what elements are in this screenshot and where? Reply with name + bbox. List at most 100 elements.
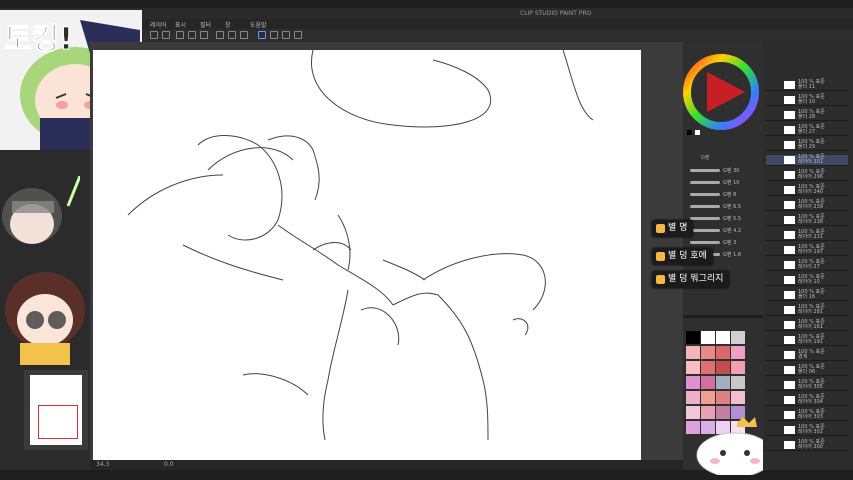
layer-name: 레이어 240: [798, 189, 823, 195]
brush-item[interactable]: G펜 8: [686, 190, 760, 200]
layer-name: 레이어 301: [798, 159, 823, 165]
layer-thumbnail: [784, 396, 795, 404]
layer-name: 폴더 06: [798, 369, 816, 375]
layer-name: 레이어 197: [798, 249, 823, 255]
palette-swatch[interactable]: [701, 361, 715, 374]
palette-swatch[interactable]: [716, 391, 730, 404]
layer-row[interactable]: 100 % 표준 레이어 197: [766, 245, 848, 256]
layer-thumbnail: [784, 366, 795, 374]
menu-filter[interactable]: 필터: [200, 20, 211, 29]
palette-swatch[interactable]: [731, 376, 745, 389]
layer-row[interactable]: 100 % 표준 폴더 16: [766, 290, 848, 301]
zoom-value[interactable]: 34.3: [96, 461, 109, 468]
brush-item[interactable]: G펜 3: [686, 238, 760, 248]
brush-item[interactable]: G펜 6.5: [686, 202, 760, 212]
layer-row[interactable]: 100 % 표준 레이어 281: [766, 305, 848, 316]
status-bar: 34.3 0.0: [90, 460, 683, 470]
layer-thumbnail: [784, 306, 795, 314]
layer-name: 레이어 296: [798, 174, 823, 180]
layer-row[interactable]: 100 % 표준 레이어 296: [766, 170, 848, 181]
layer-thumbnail: [784, 336, 795, 344]
chat-alert: 별 명: [652, 220, 694, 237]
drawing-canvas[interactable]: [93, 49, 641, 460]
chat-alert: 별 덩 뭐그리지: [652, 271, 730, 288]
ruler-icon[interactable]: [270, 31, 278, 39]
navigator-thumbnail[interactable]: [30, 375, 82, 445]
brush-item[interactable]: G펜 30: [686, 166, 760, 176]
palette-swatch[interactable]: [716, 376, 730, 389]
clear-icon[interactable]: [176, 31, 184, 39]
layer-thumbnail: [784, 441, 795, 449]
redo-icon[interactable]: [162, 31, 170, 39]
palette-swatch[interactable]: [686, 346, 700, 359]
layer-name: 경계: [798, 354, 808, 360]
layer-row[interactable]: 100 % 표준 레이어 302: [766, 425, 848, 436]
layer-row[interactable]: 100 % 표준 레이어 240: [766, 185, 848, 196]
layer-row[interactable]: 100 % 표준 레이어 303: [766, 410, 848, 421]
sketch-drawing: [127, 49, 594, 441]
layer-name: 레이어 239: [798, 204, 823, 210]
palette-swatch[interactable]: [701, 391, 715, 404]
palette-swatch[interactable]: [731, 391, 745, 404]
snap-icon[interactable]: [282, 31, 290, 39]
grid-icon[interactable]: [294, 31, 302, 39]
layer-thumbnail: [784, 96, 795, 104]
invert-icon[interactable]: [228, 31, 236, 39]
brush-item[interactable]: G펜 10: [686, 178, 760, 188]
palette-swatch[interactable]: [701, 376, 715, 389]
palette-swatch[interactable]: [686, 361, 700, 374]
palette-swatch[interactable]: [701, 331, 715, 344]
layer-row[interactable]: 100 % 표준 레이어 301: [766, 155, 848, 166]
layer-thumbnail: [784, 171, 795, 179]
angle-value[interactable]: 0.0: [164, 461, 174, 468]
deselect-icon[interactable]: [240, 31, 248, 39]
brush-item[interactable]: G펜 5.5: [686, 214, 760, 224]
layer-row[interactable]: 100 % 표준 레이어 10: [766, 275, 848, 286]
layer-row[interactable]: 100 % 표준 레이어 304: [766, 395, 848, 406]
layer-row[interactable]: 100 % 표준 레이어 239: [766, 200, 848, 211]
layer-row[interactable]: 100 % 표준 레이어 300: [766, 440, 848, 451]
menu-layer[interactable]: 레이어: [150, 20, 167, 29]
layer-row[interactable]: 100 % 표준 폴더 10: [766, 95, 848, 106]
layer-row[interactable]: 100 % 표준 레이어 231: [766, 230, 848, 241]
palette-swatch[interactable]: [731, 346, 745, 359]
layer-row[interactable]: 100 % 표준 레이어 191: [766, 335, 848, 346]
pen-icon[interactable]: [258, 31, 266, 39]
layer-row[interactable]: 100 % 표준 폴더 28: [766, 110, 848, 121]
fill-icon[interactable]: [200, 31, 208, 39]
layer-thumbnail: [784, 201, 795, 209]
palette-swatch[interactable]: [716, 361, 730, 374]
layer-thumbnail: [784, 231, 795, 239]
undo-icon[interactable]: [150, 31, 158, 39]
palette-swatch[interactable]: [686, 391, 700, 404]
color-wheel-panel: [683, 42, 763, 140]
layer-row[interactable]: 100 % 표준 레이어 27: [766, 260, 848, 271]
layer-row[interactable]: 100 % 표준 폴더 27: [766, 125, 848, 136]
palette-swatch[interactable]: [701, 346, 715, 359]
layer-row[interactable]: 100 % 표준 레이어 161: [766, 320, 848, 331]
layer-row[interactable]: 100 % 표준 폴더 29: [766, 140, 848, 151]
layer-row[interactable]: 100 % 표준 경계: [766, 350, 848, 361]
navigator-viewport[interactable]: [38, 405, 78, 439]
palette-swatch[interactable]: [731, 331, 745, 344]
menu-view[interactable]: 표시: [175, 20, 186, 29]
layer-name: 레이어 281: [798, 309, 823, 315]
menu-window[interactable]: 창: [225, 20, 231, 29]
color-wheel[interactable]: [683, 42, 763, 140]
layer-thumbnail: [784, 381, 795, 389]
palette-swatch[interactable]: [686, 331, 700, 344]
palette-swatch[interactable]: [716, 331, 730, 344]
brush-item[interactable]: G펜 4.2: [686, 226, 760, 236]
palette-swatch[interactable]: [731, 361, 745, 374]
layer-row[interactable]: 100 % 표준 레이어 305: [766, 380, 848, 391]
command-bar: [140, 29, 853, 43]
transform-icon[interactable]: [188, 31, 196, 39]
layer-row[interactable]: 100 % 표준 레이어 238: [766, 215, 848, 226]
layer-name: 레이어 302: [798, 429, 823, 435]
palette-swatch[interactable]: [686, 376, 700, 389]
layer-row[interactable]: 100 % 표준 폴더 11: [766, 80, 848, 91]
palette-swatch[interactable]: [716, 346, 730, 359]
layer-row[interactable]: 100 % 표준 폴더 06: [766, 365, 848, 376]
menu-help[interactable]: 도움말: [250, 20, 267, 29]
select-icon[interactable]: [216, 31, 224, 39]
